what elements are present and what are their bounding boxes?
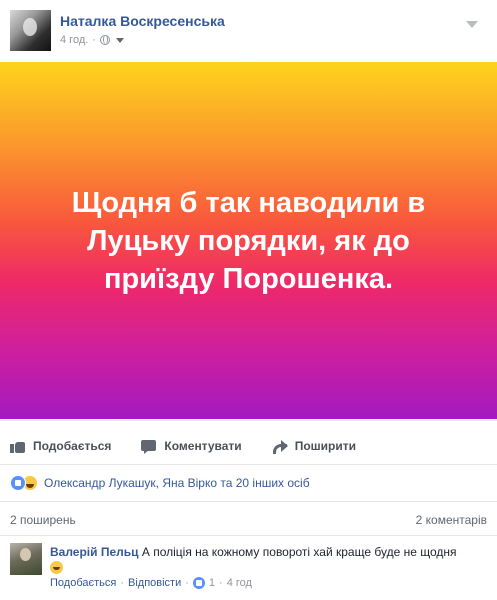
comments-count[interactable]: 2 коментарів (416, 513, 487, 527)
share-button[interactable]: Поширити (272, 438, 356, 454)
globe-icon[interactable] (99, 35, 110, 45)
text-post-banner: Щодня б так наводили в Луцьку порядки, я… (0, 62, 497, 419)
reactions-summary[interactable]: Олександр Лукашук, Яна Вірко та 20 інших… (10, 473, 487, 493)
comment-button[interactable]: Коментувати (141, 438, 242, 454)
comment-like-link[interactable]: Подобається (50, 577, 116, 589)
post-time[interactable]: 4 год. (60, 34, 88, 46)
post-meta: 4 год. · (60, 34, 124, 46)
shares-count[interactable]: 2 поширень (10, 513, 76, 527)
author-avatar[interactable] (10, 10, 51, 51)
post-counts: 2 поширень 2 коментарів (10, 513, 487, 527)
share-arrow-icon (272, 438, 288, 454)
like-count-icon (192, 577, 205, 589)
share-label: Поширити (294, 439, 356, 453)
laughing-emoji-icon (50, 561, 63, 574)
thumbs-up-icon (10, 438, 26, 454)
comment-like-count[interactable]: 1 (209, 577, 215, 589)
comment-item: Валерій Пельц А поліція на кожному повор… (10, 543, 487, 593)
comment-dot: · (120, 577, 124, 589)
reactions-text[interactable]: Олександр Лукашук, Яна Вірко та 20 інших… (44, 476, 310, 490)
meta-separator: · (92, 34, 96, 46)
comment-time[interactable]: 4 год (227, 577, 252, 589)
divider (0, 464, 497, 465)
comment-icon (141, 438, 157, 454)
comment-label: Коментувати (164, 439, 242, 453)
comment-actions: Подобається · Відповісти · 1 · 4 год (50, 577, 252, 589)
divider (0, 535, 497, 536)
like-reaction-icon (10, 475, 26, 491)
post-header: Наталка Воскресенська 4 год. · (0, 0, 497, 62)
divider (0, 501, 497, 502)
comment-body: Валерій Пельц А поліція на кожному повор… (50, 544, 487, 576)
comment-dot: · (219, 577, 223, 589)
like-label: Подобається (33, 439, 112, 453)
comment-author[interactable]: Валерій Пельц (50, 545, 139, 559)
banner-text: Щодня б так наводили в Луцьку порядки, я… (71, 186, 426, 295)
post-options-icon[interactable] (465, 18, 479, 32)
comment-reply-link[interactable]: Відповісти (128, 577, 181, 589)
comment-dot: · (185, 577, 189, 589)
comment-text: А поліція на кожному повороті хай краще … (141, 545, 457, 559)
author-name[interactable]: Наталка Воскресенська (60, 13, 225, 29)
like-button[interactable]: Подобається (10, 438, 111, 454)
chevron-down-icon[interactable] (115, 37, 124, 43)
divider (0, 420, 497, 421)
commenter-avatar[interactable] (10, 543, 42, 575)
post-actions: Подобається Коментувати Поширити (10, 431, 487, 461)
